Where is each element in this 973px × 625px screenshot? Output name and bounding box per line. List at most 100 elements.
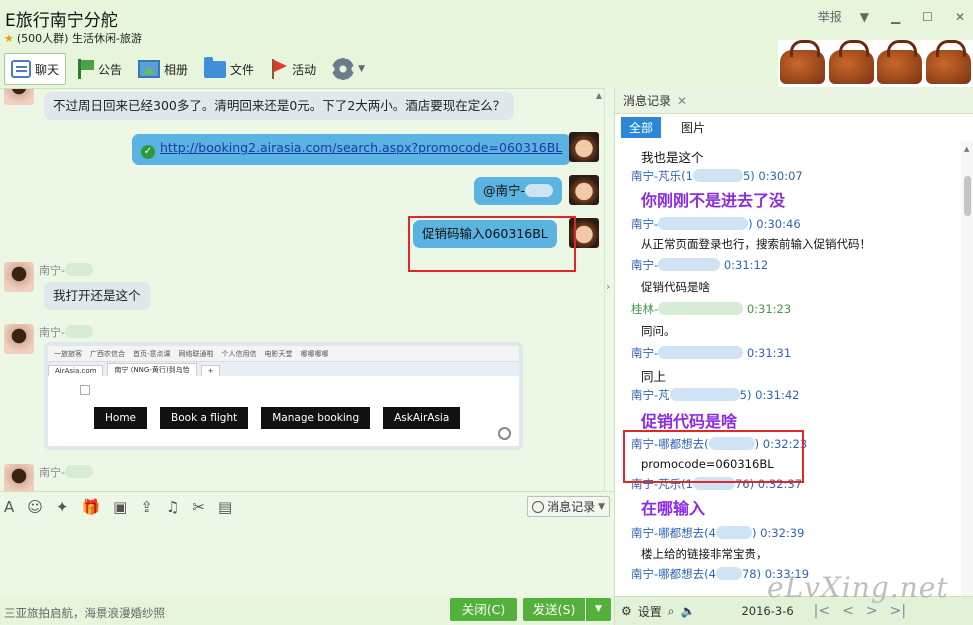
screenshot-nav: Home Book a flight Manage booking AskAir…	[94, 407, 461, 429]
highlight-box	[623, 430, 804, 483]
prev-page-icon[interactable]: <	[842, 603, 854, 619]
banner-ad[interactable]	[778, 40, 973, 87]
window-controls: 举报 ▼ ▁ ☐ ✕	[818, 8, 965, 25]
announcement-icon	[76, 59, 95, 79]
handbag-image	[926, 40, 972, 84]
avatar[interactable]	[4, 464, 34, 491]
history-sender: 南宁-) 0:30:46	[631, 217, 801, 231]
handbag-image	[779, 40, 825, 84]
history-sender: 南宁-哪都想去(4) 0:32:39	[631, 526, 805, 540]
screenshot-tabs: AirAsia.com 南宁 (NNG-黄行)到乌恰 +	[48, 362, 519, 376]
message-input[interactable]	[0, 521, 614, 596]
history-highlight: 在哪输入	[641, 499, 706, 518]
scroll-thumb[interactable]	[964, 176, 971, 216]
search-icon[interactable]: ⌕	[668, 604, 675, 619]
close-icon[interactable]: ✕	[677, 94, 687, 108]
history-header: 消息记录 ✕	[615, 88, 973, 114]
image-icon[interactable]: ▣	[113, 498, 127, 516]
settings-menu-button[interactable]: ▼	[326, 53, 371, 85]
chevron-down-icon: ▼	[598, 501, 605, 512]
last-page-icon[interactable]: >|	[890, 603, 906, 619]
upload-icon[interactable]: ⇪	[140, 498, 153, 516]
handbag-image	[877, 40, 923, 84]
gift-icon[interactable]: 🎁	[81, 498, 100, 516]
report-button[interactable]: 举报	[818, 8, 842, 25]
emoji-icon[interactable]: ☺	[27, 498, 43, 516]
magic-icon[interactable]: ✦	[56, 498, 69, 516]
tab-album-label: 相册	[164, 62, 189, 77]
chevron-down-icon: ▼	[358, 64, 365, 74]
zoom-in-icon[interactable]	[498, 427, 511, 440]
tab-announcement-label: 公告	[98, 62, 123, 77]
send-button[interactable]: 发送(S)	[523, 598, 585, 621]
avatar[interactable]	[4, 89, 34, 105]
shared-screenshot-image[interactable]: 一旅旅客 广西农信合 首页-意点课 网络联通啦 个人信用信 电影天堂 哪哪哪哪 …	[44, 342, 523, 450]
history-message: 同问。	[641, 324, 676, 338]
music-icon[interactable]: ♫	[166, 498, 179, 516]
panel-collapse-handle[interactable]: ›	[604, 88, 614, 491]
chat-message-area[interactable]: ▲ 不过周日回来已经300多了。清明回来还是0元。下了2大两小。酒店要现在定么？…	[0, 88, 604, 491]
history-message: 楼上给的链接非常宝贵，	[641, 547, 768, 561]
tab-files[interactable]: 文件	[198, 53, 260, 85]
highlight-box	[408, 216, 576, 272]
watermark: eLvXing.net	[767, 571, 949, 604]
history-message: 促销代码是啥	[641, 280, 710, 294]
chevron-right-icon: ›	[606, 280, 611, 293]
font-icon[interactable]: A	[4, 498, 14, 516]
bottom-bar: 三亚旅拍启航，海景浪漫婚纱照 关闭(C) 发送(S) ▼	[0, 596, 614, 625]
clock-icon	[532, 500, 545, 513]
ad-link[interactable]: 三亚旅拍启航，海景浪漫婚纱照	[4, 605, 165, 621]
tab-pictures[interactable]: 图片	[681, 119, 705, 136]
close-button[interactable]: 关闭(C)	[450, 598, 517, 621]
tab-all[interactable]: 全部	[621, 117, 662, 138]
scroll-up-icon[interactable]: ▲	[596, 91, 602, 100]
sender-name: 南宁-	[39, 262, 93, 278]
blurred-name	[525, 184, 554, 197]
avatar[interactable]	[4, 324, 34, 354]
close-icon[interactable]: ✕	[955, 10, 965, 24]
maximize-icon[interactable]: ☐	[922, 10, 933, 24]
speaker-icon[interactable]: 🔈	[681, 604, 696, 618]
group-info: (500人群) 生活休闲-旅游	[16, 32, 142, 45]
history-pager: |< < > >|	[814, 603, 906, 619]
input-toolbar: A ☺ ✦ 🎁 ▣ ⇪ ♫ ✂ ▤ 消息记录 ▼	[0, 491, 614, 521]
tab-album[interactable]: 相册	[132, 53, 194, 85]
sender-name: 南宁-	[39, 464, 93, 480]
minimize-icon[interactable]: ▁	[891, 10, 900, 24]
next-page-icon[interactable]: >	[866, 603, 878, 619]
more-apps-icon[interactable]: ▤	[218, 498, 232, 516]
chevron-down-icon: ▼	[595, 604, 602, 614]
gear-icon[interactable]: ⚙	[621, 604, 632, 618]
avatar[interactable]	[4, 262, 34, 292]
broken-image-icon	[80, 385, 90, 395]
history-message: 我也是这个	[641, 150, 704, 165]
tab-files-label: 文件	[230, 62, 255, 77]
history-list[interactable]: 我也是这个 南宁-芃乐(1 5) 0:30:07 你刚刚不是进去了没 南宁-) 0…	[615, 141, 960, 596]
history-highlight: 你刚刚不是进去了没	[641, 191, 786, 210]
star-icon: ★	[4, 31, 14, 45]
tab-chat-label: 聊天	[35, 62, 60, 77]
first-page-icon[interactable]: |<	[814, 603, 830, 619]
message-history-button[interactable]: 消息记录 ▼	[527, 496, 610, 517]
tab-activity-label: 活动	[292, 62, 317, 77]
tab-announcement[interactable]: 公告	[70, 53, 128, 85]
history-sender: 南宁-芃 5) 0:31:42	[631, 388, 800, 402]
send-options-button[interactable]: ▼	[586, 598, 611, 621]
avatar[interactable]	[569, 132, 599, 162]
tab-chat[interactable]: 聊天	[4, 53, 67, 85]
sender-name: 南宁-	[39, 324, 93, 340]
airasia-link[interactable]: http://booking2.airasia.com/search.aspx?…	[160, 140, 562, 155]
history-settings-button[interactable]: 设置	[638, 603, 662, 620]
history-message: 从正常页面登录也行，搜索前输入促销代码！	[641, 237, 871, 251]
scissors-icon[interactable]: ✂	[192, 498, 205, 516]
history-date[interactable]: 2016-3-6	[741, 604, 793, 618]
history-title: 消息记录	[623, 94, 672, 108]
dropdown-icon[interactable]: ▼	[860, 10, 869, 24]
message-bubble-link: ✓ http://booking2.airasia.com/search.aspx…	[132, 134, 572, 165]
avatar[interactable]	[569, 175, 599, 205]
history-tabs: 全部 图片	[615, 114, 973, 141]
group-subtitle: ★ (500人群) 生活休闲-旅游	[4, 30, 142, 46]
scroll-up-icon[interactable]: ▲	[964, 145, 969, 153]
tab-activity[interactable]: 活动	[264, 53, 322, 85]
history-scrollbar[interactable]: ▲	[961, 141, 973, 596]
